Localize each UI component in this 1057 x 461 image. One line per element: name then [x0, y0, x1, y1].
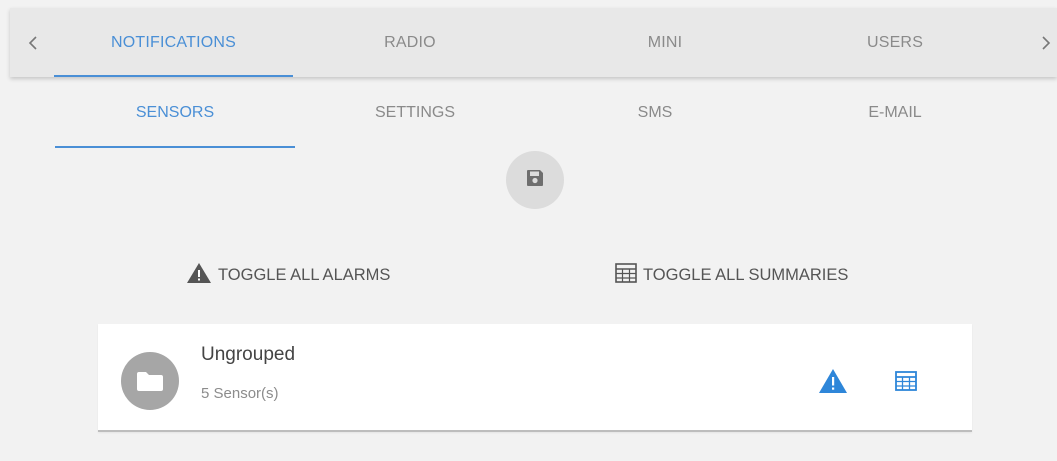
toggle-all-summaries-button[interactable]: TOGGLE ALL SUMMARIES [615, 260, 848, 290]
table-icon [615, 262, 637, 288]
toggle-all-summaries-label: TOGGLE ALL SUMMARIES [643, 265, 849, 284]
group-card[interactable]: Ungrouped 5 Sensor(s) [98, 324, 972, 432]
tab-radio[interactable]: RADIO [295, 8, 525, 77]
group-name: Ungrouped [201, 344, 296, 365]
warning-icon [186, 262, 212, 289]
tab-email[interactable]: E-MAIL [775, 92, 1015, 148]
table-icon[interactable] [889, 364, 923, 398]
save-button[interactable] [506, 151, 564, 209]
chevron-right-icon[interactable] [1031, 28, 1057, 58]
top-tab-bar: NOTIFICATIONS RADIO MINI USERS [10, 8, 1057, 77]
floppy-disk-icon [525, 168, 545, 193]
tab-users[interactable]: USERS [780, 8, 1010, 77]
warning-icon[interactable] [816, 364, 850, 398]
tab-notifications[interactable]: NOTIFICATIONS [54, 8, 293, 77]
group-sensor-count: 5 Sensor(s) [201, 385, 279, 402]
toggle-all-alarms-button[interactable]: TOGGLE ALL ALARMS [186, 260, 390, 290]
tab-settings[interactable]: SETTINGS [295, 92, 535, 148]
toggle-all-alarms-label: TOGGLE ALL ALARMS [218, 265, 391, 284]
tab-sensors[interactable]: SENSORS [55, 92, 295, 148]
chevron-left-icon[interactable] [18, 28, 48, 58]
tab-sms[interactable]: SMS [535, 92, 775, 148]
tab-mini[interactable]: MINI [550, 8, 780, 77]
folder-icon [121, 352, 179, 410]
